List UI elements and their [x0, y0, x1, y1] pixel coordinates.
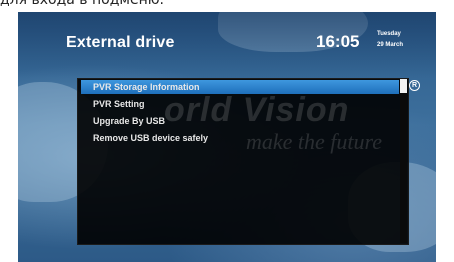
watermark-brand: orld Vision	[164, 91, 350, 129]
clock-day: Tuesday	[377, 31, 401, 37]
menu-item-pvr-setting[interactable]: PVR Setting	[93, 97, 145, 111]
registered-mark-icon: R	[409, 80, 420, 91]
menu-item-remove-usb-device[interactable]: Remove USB device safely	[93, 131, 208, 145]
clock-time: 16:05	[316, 32, 360, 51]
menu-scrollbar[interactable]	[400, 79, 407, 243]
page-title: External drive	[66, 34, 175, 51]
menu-item-pvr-storage-information[interactable]: PVR Storage Information	[93, 80, 200, 94]
menu-scroll-thumb[interactable]	[400, 79, 407, 93]
menu-panel: orld Vision make the future PVR Storage …	[77, 78, 409, 245]
caption-strip: для входа в подменю.	[0, 0, 454, 12]
watermark-slogan: make the future	[246, 129, 383, 154]
caption-text: для входа в подменю.	[0, 0, 164, 8]
menu-item-upgrade-by-usb[interactable]: Upgrade By USB	[93, 114, 165, 128]
clock-date: 29 March	[377, 42, 404, 48]
tv-screen: External drive 16:05 Tuesday 29 March or…	[18, 12, 436, 262]
